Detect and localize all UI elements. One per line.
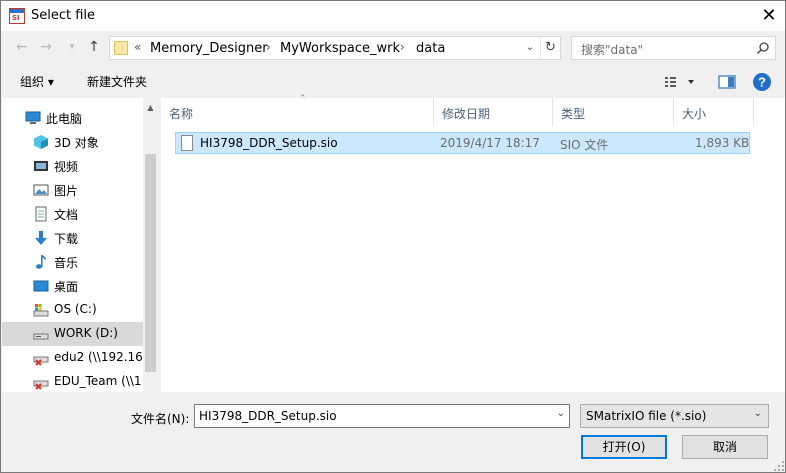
- view-options-button[interactable]: [663, 71, 703, 93]
- back-button[interactable]: ←: [13, 38, 31, 56]
- nav-item-label: EDU_Team (\\1: [54, 374, 142, 388]
- chevron-down-icon: [688, 80, 694, 84]
- file-list[interactable]: 名称 ⌃ 修改日期 类型 大小 HI3798_DDR_Setup.sio 201…: [161, 94, 785, 392]
- nav-item-os-c[interactable]: OS (C:): [2, 298, 143, 322]
- svg-text:?: ?: [758, 75, 766, 90]
- open-button[interactable]: 打开(O): [581, 435, 667, 459]
- nav-item-label: 此电脑: [46, 112, 83, 126]
- filetype-select[interactable]: SMatrixIO file (*.sio) ⌄: [580, 404, 769, 428]
- breadcrumb-separator[interactable]: ›: [400, 40, 405, 54]
- search-icon: [756, 42, 769, 55]
- network-drive-disconnected-icon: [33, 380, 49, 390]
- select-file-dialog: SI Select file ✕ ← → ▾ ↑ « Memory_Design…: [0, 0, 786, 473]
- filetype-value: SMatrixIO file (*.sio): [586, 409, 707, 423]
- nav-item-label: WORK (D:): [54, 326, 118, 340]
- nav-item-music[interactable]: 音乐: [2, 250, 143, 274]
- resize-grip-icon[interactable]: [773, 460, 785, 472]
- navigation-pane[interactable]: 此电脑 3D 对象 视频 图片 文档 下载 音乐 桌面 OS (C:) WORK…: [2, 98, 158, 392]
- search-placeholder: 搜索"data": [581, 43, 644, 57]
- column-header-label: 修改日期: [442, 107, 491, 121]
- drive-icon: [33, 304, 49, 317]
- address-bar[interactable]: « Memory_Designer › MyWorkspace_wrk › da…: [109, 36, 561, 60]
- video-icon: [34, 161, 48, 171]
- column-header-label: 类型: [561, 107, 586, 121]
- file-type: SIO 文件: [560, 138, 609, 152]
- music-icon: [36, 255, 46, 269]
- nav-item-label: edu2 (\\192.16: [54, 350, 143, 364]
- filename-label: 文件名(N):: [131, 412, 190, 426]
- breadcrumb-data[interactable]: data: [416, 41, 445, 56]
- nav-item-edu2[interactable]: edu2 (\\192.16: [2, 346, 143, 370]
- column-header-type[interactable]: 类型: [553, 98, 674, 126]
- help-button[interactable]: ?: [751, 71, 773, 93]
- column-header-name[interactable]: 名称 ⌃: [161, 94, 434, 126]
- nav-item-label: 下载: [54, 232, 79, 246]
- nav-item-label: 视频: [54, 160, 79, 174]
- file-modified: 2019/4/17 18:17: [440, 136, 540, 150]
- sort-ascending-icon: ⌃: [299, 94, 307, 104]
- close-button[interactable]: ✕: [757, 5, 781, 27]
- nav-item-desktop[interactable]: 桌面: [2, 274, 143, 298]
- up-button[interactable]: ↑: [85, 38, 103, 56]
- column-header-size[interactable]: 大小: [674, 98, 754, 126]
- breadcrumb-memory-designer[interactable]: Memory_Designer: [150, 41, 268, 56]
- drive-icon: [33, 333, 49, 340]
- column-header-label: 大小: [682, 107, 707, 121]
- nav-item-documents[interactable]: 文档: [2, 202, 143, 226]
- nav-item-downloads[interactable]: 下载: [2, 226, 143, 250]
- nav-item-label: 图片: [54, 184, 79, 198]
- breadcrumb-overflow[interactable]: «: [134, 40, 141, 54]
- new-folder-button[interactable]: 新建文件夹: [87, 73, 147, 90]
- window-title: Select file: [31, 8, 96, 23]
- file-size: 1,893 KB: [695, 136, 750, 150]
- nav-item-work-d[interactable]: WORK (D:): [2, 322, 143, 346]
- column-header-label: 名称: [169, 107, 194, 121]
- nav-item-this-pc[interactable]: 此电脑: [2, 106, 143, 130]
- column-header-modified[interactable]: 修改日期: [434, 98, 553, 126]
- recent-dropdown-button[interactable]: ▾: [63, 38, 81, 56]
- file-row[interactable]: HI3798_DDR_Setup.sio 2019/4/17 18:17 SIO…: [175, 132, 750, 154]
- nav-item-label: 桌面: [54, 280, 79, 294]
- nav-item-edu-team[interactable]: EDU_Team (\\1: [2, 370, 143, 392]
- refresh-button[interactable]: ↻: [540, 37, 560, 59]
- file-name: HI3798_DDR_Setup.sio: [200, 136, 338, 150]
- network-drive-disconnected-icon: [33, 356, 49, 366]
- view-list-icon: [665, 77, 676, 87]
- title-bar: SI Select file ✕: [1, 1, 785, 31]
- nav-item-pictures[interactable]: 图片: [2, 178, 143, 202]
- documents-icon: [35, 206, 47, 222]
- forward-button[interactable]: →: [37, 38, 55, 56]
- scroll-thumb[interactable]: [145, 154, 156, 372]
- address-dropdown-icon[interactable]: ⌄: [522, 39, 538, 57]
- file-icon: [181, 135, 193, 151]
- filename-value: HI3798_DDR_Setup.sio: [199, 409, 337, 423]
- scroll-up-icon[interactable]: ▲: [143, 100, 158, 116]
- pictures-icon: [33, 184, 49, 196]
- organize-button[interactable]: 组织 ▾: [20, 73, 54, 90]
- nav-item-label: 文档: [54, 208, 79, 222]
- nav-item-label: 音乐: [54, 256, 79, 270]
- cancel-button[interactable]: 取消: [682, 435, 768, 459]
- preview-pane-button[interactable]: [717, 71, 739, 93]
- folder-icon: [114, 41, 128, 55]
- nav-item-label: OS (C:): [54, 302, 97, 316]
- download-icon: [35, 231, 47, 245]
- breadcrumb-separator[interactable]: ›: [266, 40, 271, 54]
- nav-item-videos[interactable]: 视频: [2, 154, 143, 178]
- chevron-down-icon: ⌄: [753, 408, 762, 419]
- nav-item-3d-objects[interactable]: 3D 对象: [2, 130, 143, 154]
- desktop-icon: [33, 280, 49, 292]
- filename-input[interactable]: HI3798_DDR_Setup.sio ⌄: [194, 404, 570, 428]
- breadcrumb-myworkspace[interactable]: MyWorkspace_wrk: [280, 41, 400, 56]
- nav-item-label: 3D 对象: [54, 136, 99, 150]
- 3d-objects-icon: [34, 135, 48, 149]
- chevron-down-icon[interactable]: ⌄: [557, 408, 565, 419]
- search-input[interactable]: 搜索"data": [571, 36, 776, 60]
- computer-icon: [25, 111, 41, 124]
- app-icon: SI: [9, 8, 25, 24]
- nav-scrollbar[interactable]: ▲: [143, 98, 158, 392]
